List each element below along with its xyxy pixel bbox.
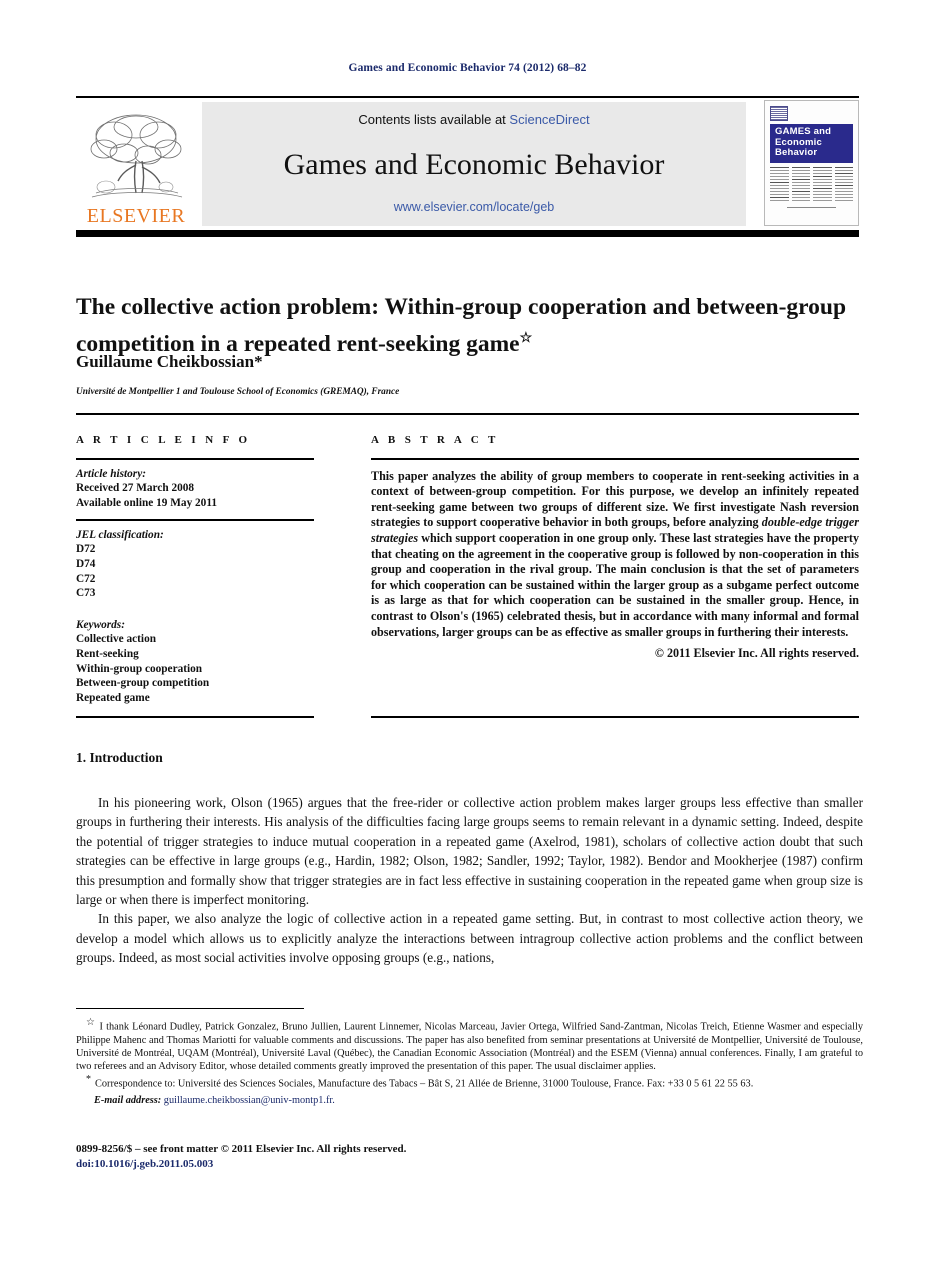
journal-article-page: Games and Economic Behavior 74 (2012) 68… [0,0,935,1266]
author-affiliation: Université de Montpellier 1 and Toulouse… [76,387,400,397]
cover-contents-columns [770,166,853,203]
cover-title-line-3: Behavior [775,147,818,158]
jel-code: D74 [76,557,96,570]
article-history-label: Article history: [76,467,146,480]
jel-label: JEL classification: [76,528,164,541]
elsevier-wordmark: ELSEVIER [86,205,186,227]
abstract-copyright: © 2011 Elsevier Inc. All rights reserved… [654,646,859,661]
keyword-item: Rent-seeking [76,647,139,660]
masthead-bottom-bar [76,230,859,237]
article-history-group: Article history: Received 27 March 2008 … [76,467,314,511]
article-title-text: The collective action problem: Within-gr… [76,293,847,357]
cover-title-box: GAMES and Economic Behavior [770,124,853,163]
running-head: Games and Economic Behavior 74 (2012) 68… [348,62,587,74]
masthead-top-rule [76,96,859,98]
jel-code: C73 [76,587,96,600]
issn-front-matter-line: 0899-8256/$ – see front matter © 2011 El… [76,1143,407,1155]
abstract-column: A B S T R A C T This paper analyzes the … [371,434,859,661]
keywords-group: Keywords: Collective action Rent-seeking… [76,618,314,706]
journal-title: Games and Economic Behavior [283,147,665,181]
sciencedirect-link[interactable]: ScienceDirect [509,112,589,127]
keyword-item: Within-group cooperation [76,662,203,675]
footnote-acknowledgement-text: I thank Léonard Dudley, Patrick Gonzalez… [76,1021,863,1073]
journal-masthead: ELSEVIER Contents lists available at Sci… [76,100,859,226]
footnote-acknowledgement: ☆ I thank Léonard Dudley, Patrick Gonzale… [76,1016,863,1073]
keywords-label: Keywords: [76,618,125,631]
jel-classification-group: JEL classification: D72 D74 C72 C73 [76,528,314,601]
info-column-bottom-rule [76,716,314,718]
elsevier-tree-icon [90,114,183,198]
section-heading-introduction: 1. Introduction [76,750,163,765]
title-footnote-marker[interactable]: ☆ [520,331,533,346]
body-paragraph: In this paper, we also analyze the logic… [76,911,863,966]
history-available-online: Available online 19 May 2011 [76,496,218,509]
footnote-correspondence: * Correspondence to: Université des Scien… [76,1073,863,1091]
sciencedirect-banner: Contents lists available at ScienceDirec… [202,102,746,226]
footnote-star-marker: ☆ [86,1017,96,1028]
abstract-heading: A B S T R A C T [371,434,499,446]
abstract-rule [371,458,859,460]
footnote-separator-rule [76,1008,304,1010]
article-info-column: A R T I C L E I N F O Article history: R… [76,434,314,705]
contents-available-text: Contents lists available at [358,112,510,127]
author-name: Guillaume Cheikbossian* [76,352,263,371]
email-label: E-mail address: [94,1094,162,1106]
footnote-asterisk-marker: * [86,1074,91,1086]
footnote-email-line: E-mail address: guillaume.cheikbossian@u… [76,1094,863,1107]
abstract-part-2: which support cooperation in one group o… [371,530,859,639]
page-title: The collective action problem: Within-gr… [76,292,866,360]
journal-homepage-link[interactable]: www.elsevier.com/locate/geb [394,200,555,214]
keyword-item: Between-group competition [76,677,210,690]
cover-column [770,166,789,203]
footnote-correspondence-text: Correspondence to: Université des Scienc… [95,1078,754,1090]
keyword-item: Collective action [76,633,156,646]
history-received: Received 27 March 2008 [76,482,195,495]
article-info-rule [76,458,314,460]
jel-code: D72 [76,543,96,556]
doi-link[interactable]: doi:10.1016/j.geb.2011.05.003 [76,1157,406,1172]
article-history-rule [76,519,314,521]
cover-column [791,166,810,203]
cover-title-line-1: GAMES and [775,126,832,137]
jel-code: C72 [76,572,96,585]
info-section-top-rule [76,413,859,415]
footnotes-block: ☆ I thank Léonard Dudley, Patrick Gonzale… [76,1016,863,1107]
contents-available-line: Contents lists available at ScienceDirec… [358,112,589,127]
abstract-column-bottom-rule [371,716,859,718]
cover-column [834,166,853,203]
cover-column [813,166,832,203]
imprint-block: 0899-8256/$ – see front matter © 2011 El… [76,1142,406,1171]
journal-cover-thumbnail: GAMES and Economic Behavior [764,100,859,226]
body-text: In his pioneering work, Olson (1965) arg… [76,793,863,968]
article-info-heading: A R T I C L E I N F O [76,434,251,446]
elsevier-logo: ELSEVIER [76,102,196,226]
body-paragraph: In his pioneering work, Olson (1965) arg… [76,795,863,908]
keyword-item: Repeated game [76,691,150,704]
email-address-link[interactable]: guillaume.cheikbossian@univ-montp1.fr. [164,1095,335,1106]
abstract-text: This paper analyzes the ability of group… [371,469,859,641]
cover-elsevier-mark-icon [770,106,788,121]
